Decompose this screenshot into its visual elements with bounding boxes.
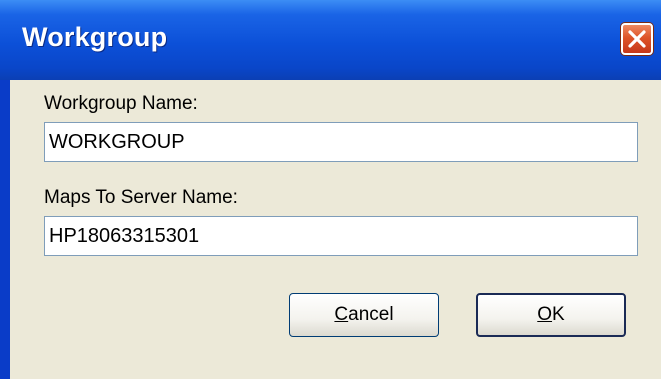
server-name-input[interactable]: HP18063315301 [44,216,638,256]
cancel-button[interactable]: Cancel [289,293,439,337]
cancel-button-label: ancel [348,304,394,325]
ok-button[interactable]: OK [476,293,626,337]
close-icon [628,30,646,48]
workgroup-name-label: Workgroup Name: [44,93,198,114]
dialog-title: Workgroup [22,22,168,52]
title-bar[interactable]: Workgroup [0,0,661,80]
cancel-button-mnemonic: C [334,304,349,325]
dialog-body: Workgroup Name: WORKGROUP Maps To Server… [10,80,661,379]
ok-button-mnemonic: O [537,304,553,325]
close-button[interactable] [621,23,653,55]
workgroup-dialog: Workgroup Workgroup Name: WORKGROUP Maps… [0,0,661,379]
workgroup-name-input[interactable]: WORKGROUP [44,122,638,162]
ok-button-label: K [552,304,565,325]
server-name-label: Maps To Server Name: [44,187,238,208]
